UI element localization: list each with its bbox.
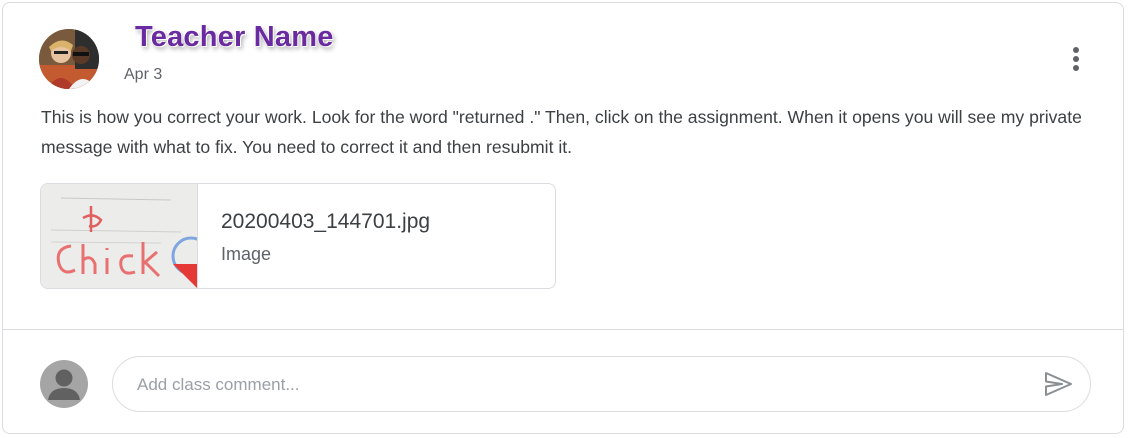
post-date: Apr 3 [124, 66, 163, 83]
author-photo [39, 29, 99, 89]
user-avatar [40, 360, 88, 408]
comment-input[interactable] [135, 371, 1019, 399]
more-options-button[interactable] [1059, 41, 1093, 79]
post-body: This is how you correct your work. Look … [41, 107, 1082, 157]
attachment-type: Image [221, 244, 272, 264]
attachment-filename[interactable]: 20200403_144701.jpg [221, 210, 430, 234]
comment-box [112, 356, 1091, 412]
attachment-card[interactable]: 20200403_144701.jpg Image [40, 183, 556, 289]
author-avatar [39, 29, 99, 89]
attachment-thumbnail [41, 184, 211, 288]
author-name[interactable]: Teacher Name [135, 21, 334, 54]
send-button[interactable] [1041, 369, 1075, 399]
more-vert-icon [1073, 47, 1079, 71]
person-icon [48, 369, 80, 400]
send-icon [1045, 372, 1072, 396]
divider [3, 329, 1123, 330]
post-card: Teacher Name Apr 3 This is how you corre… [2, 2, 1124, 434]
image-thumbnail [41, 184, 211, 288]
